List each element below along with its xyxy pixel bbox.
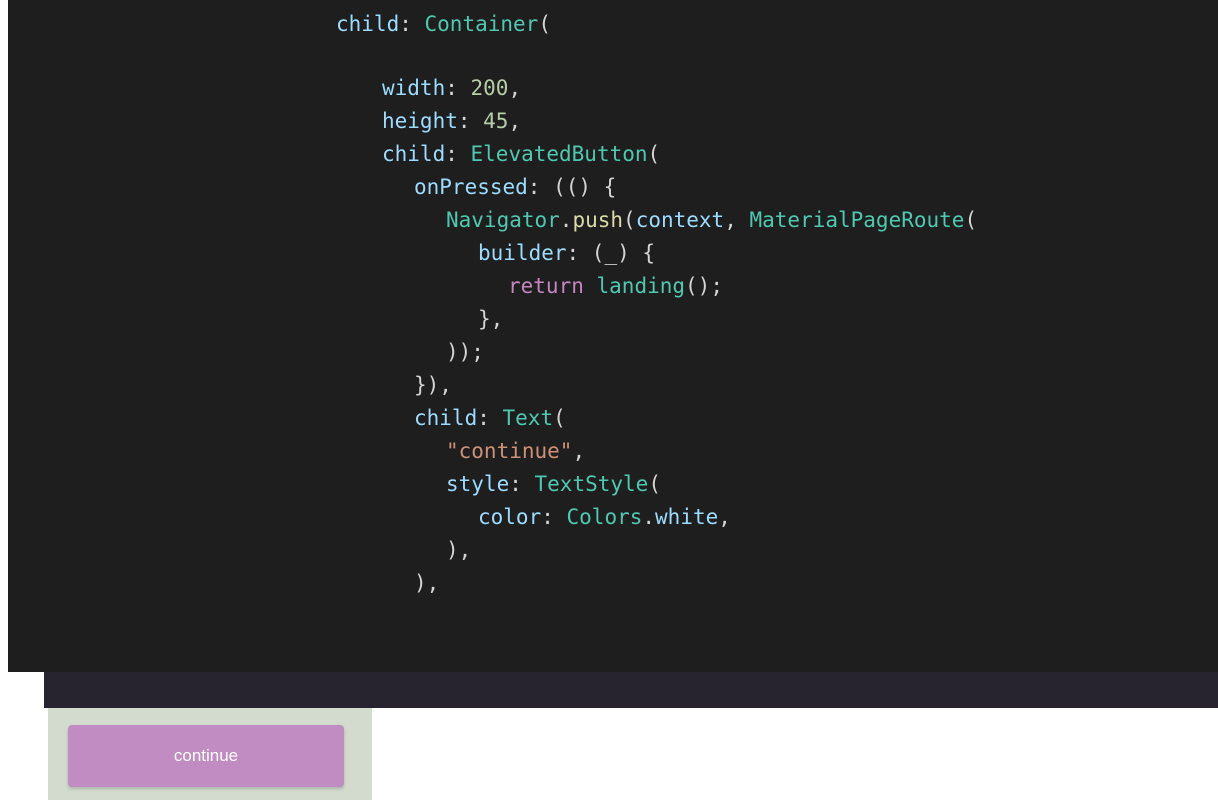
code-token-property: builder: [478, 241, 567, 265]
code-line: "continue",: [446, 435, 585, 467]
code-line: builder: (_) {: [478, 237, 655, 269]
code-token-punct: (: [538, 12, 551, 36]
code-token-punct: (: [647, 142, 661, 166]
code-line: child: Container(: [336, 8, 551, 40]
code-token-punct: .: [559, 208, 573, 232]
code-token-punct: : (_) {: [566, 241, 656, 265]
code-line: width: 200,: [382, 72, 521, 104]
code-token-property: style: [446, 472, 510, 496]
code-line: height: 45,: [382, 105, 521, 137]
code-line: return landing();: [508, 270, 723, 302]
code-token-class: Navigator: [446, 208, 560, 232]
preview-divider-strip: [44, 672, 1218, 708]
code-token-class: landing: [596, 274, 686, 298]
code-token-punct: ),: [446, 538, 472, 562]
code-token-punct: ();: [685, 274, 723, 298]
code-token-class: ElevatedButton: [470, 142, 648, 166]
code-token-number: 200: [470, 76, 509, 100]
code-token-punct: :: [477, 406, 503, 430]
app-preview: continue: [48, 708, 372, 800]
code-token-property: child: [382, 142, 446, 166]
code-token-method: push: [572, 208, 624, 232]
code-line: child: Text(: [414, 402, 566, 434]
code-token-keyword: return: [508, 274, 584, 298]
code-token-property: child: [414, 406, 478, 430]
code-token-punct: :: [445, 76, 471, 100]
code-token-punct: ));: [446, 340, 484, 364]
code-line: ),: [414, 567, 439, 599]
code-token-property: white: [655, 505, 719, 529]
code-line: ),: [446, 534, 471, 566]
code-token-punct: },: [478, 307, 504, 331]
code-token-punct: ),: [414, 571, 440, 595]
code-line: Navigator.push(context, MaterialPageRout…: [446, 204, 977, 236]
code-token-punct: [584, 274, 597, 298]
code-editor: child: Container(width: 200, height: 45, c…: [8, 0, 1218, 672]
code-line: ));: [446, 336, 484, 368]
code-token-number: 45: [483, 109, 509, 133]
code-token-punct: :: [457, 109, 484, 133]
code-line: }),: [414, 369, 452, 401]
code-token-punct: :: [509, 472, 535, 496]
code-line: child: ElevatedButton(: [382, 138, 660, 170]
code-token-property: color: [478, 505, 542, 529]
code-token-property: width: [382, 76, 446, 100]
code-line: style: TextStyle(: [446, 468, 661, 500]
code-token-punct: (: [623, 208, 636, 232]
code-token-property: child: [336, 12, 400, 36]
code-token-class: Container: [424, 12, 539, 36]
code-token-punct: ,: [508, 109, 522, 133]
code-token-punct: (: [648, 472, 661, 496]
code-token-property: height: [382, 109, 458, 133]
code-token-punct: (: [964, 208, 978, 232]
code-token-punct: : (() {: [527, 175, 617, 199]
code-line: color: Colors.white,: [478, 501, 731, 533]
code-token-property: onPressed: [414, 175, 528, 199]
code-token-string: "continue": [446, 439, 573, 463]
code-token-punct: }),: [414, 373, 452, 397]
code-token-class: MaterialPageRoute: [749, 208, 965, 232]
code-token-punct: :: [445, 142, 471, 166]
continue-button[interactable]: continue: [68, 725, 344, 787]
code-token-class: TextStyle: [534, 472, 649, 496]
code-token-punct: .: [642, 505, 656, 529]
code-token-punct: ,: [508, 76, 522, 100]
code-token-class: Text: [502, 406, 554, 430]
code-token-punct: (: [553, 406, 566, 430]
code-token-class: Colors: [566, 505, 643, 529]
code-token-punct: ,: [718, 505, 731, 529]
code-line: },: [478, 303, 503, 335]
code-token-punct: ,: [724, 208, 750, 232]
code-token-punct: :: [541, 505, 567, 529]
code-token-punct: :: [399, 12, 425, 36]
code-token-punct: ,: [572, 439, 586, 463]
code-line: onPressed: (() {: [414, 171, 616, 203]
code-token-property: context: [635, 208, 725, 232]
